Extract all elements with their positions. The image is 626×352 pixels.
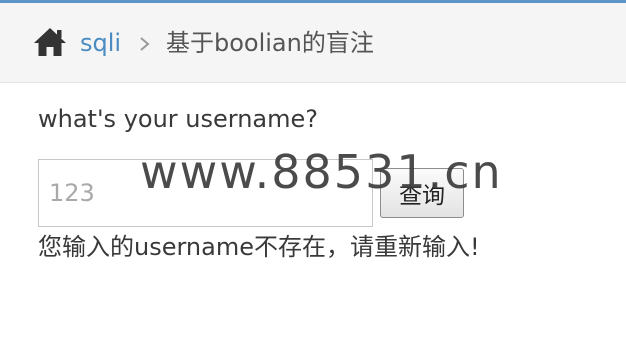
username-input[interactable] [38, 159, 373, 227]
username-question-label: what's your username? [38, 105, 319, 133]
home-icon[interactable] [32, 26, 68, 58]
chevron-right-icon [140, 37, 150, 51]
result-message: 您输入的username不存在，请重新输入! [38, 233, 480, 261]
breadcrumb: sqli 基于boolian的盲注 [0, 3, 626, 83]
breadcrumb-link-sqli[interactable]: sqli [80, 27, 121, 59]
breadcrumb-current-page: 基于boolian的盲注 [166, 29, 374, 57]
query-button[interactable]: 查询 [380, 168, 464, 218]
